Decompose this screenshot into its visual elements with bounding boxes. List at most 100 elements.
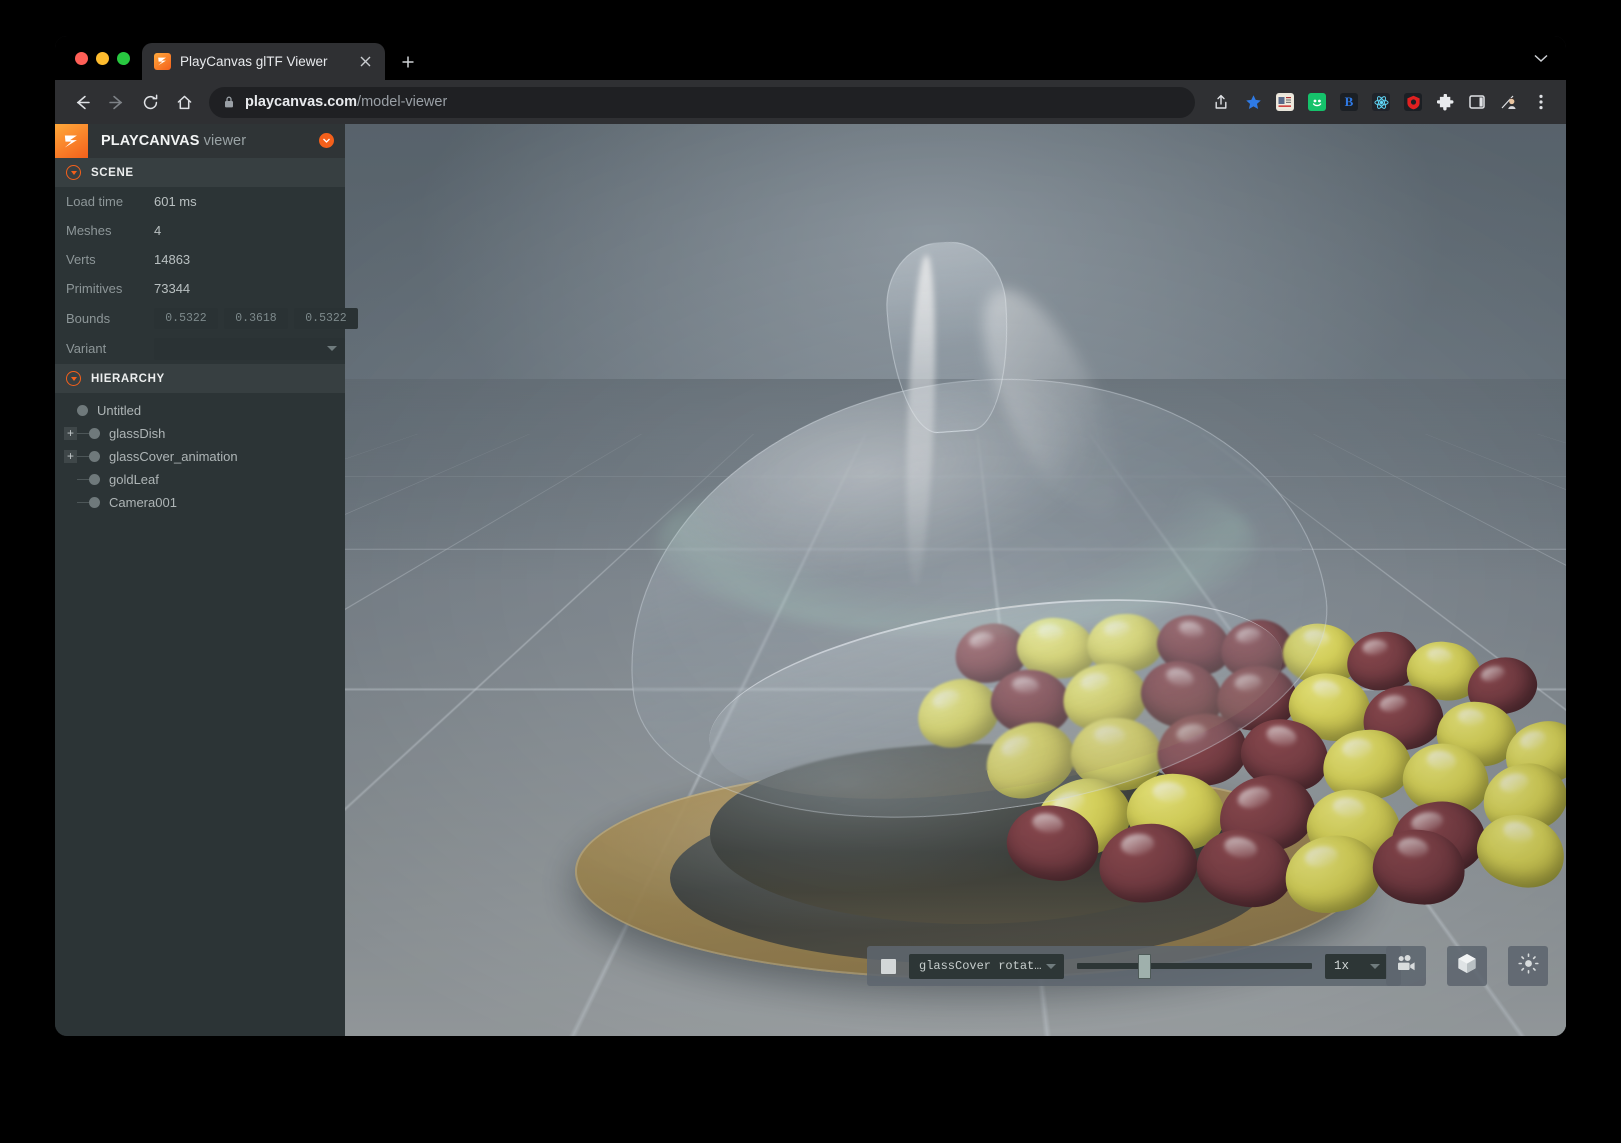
- brand-suffix: viewer: [200, 133, 247, 149]
- tab-close-icon[interactable]: [356, 53, 374, 71]
- variant-row: Variant: [55, 333, 345, 364]
- stat-row-primitives: Primitives 73344: [55, 274, 345, 303]
- collapse-chevron-icon: [66, 371, 81, 386]
- window-close-button[interactable]: [75, 52, 88, 65]
- hierarchy-panel-title: HIERARCHY: [91, 373, 165, 385]
- app-body: PLAYCANVAS viewer SCENE Load time 601 ms…: [55, 124, 1566, 1036]
- stat-label: Load time: [66, 194, 154, 209]
- news-extension-icon[interactable]: [1270, 87, 1300, 117]
- stat-row-verts: Verts 14863: [55, 245, 345, 274]
- browser-tab[interactable]: PlayCanvas glTF Viewer: [142, 43, 385, 80]
- back-button[interactable]: [67, 87, 98, 118]
- puzzle-extensions-icon[interactable]: [1430, 87, 1460, 117]
- collapse-chevron-icon: [66, 165, 81, 180]
- react-devtools-extension-icon[interactable]: [1366, 87, 1396, 117]
- window-maximize-button[interactable]: [117, 52, 130, 65]
- tree-node-glasscover-animation[interactable]: + glassCover_animation: [55, 445, 345, 468]
- timeline-slider[interactable]: [1077, 954, 1312, 979]
- tree-expand-icon[interactable]: +: [64, 450, 77, 463]
- playback-speed-value: 1x: [1334, 959, 1349, 973]
- tree-node-goldleaf[interactable]: goldLeaf: [55, 468, 345, 491]
- chevron-down-icon: [1046, 964, 1056, 969]
- animation-select[interactable]: glassCover rotat…: [909, 954, 1064, 979]
- chevron-down-icon: [327, 346, 337, 351]
- new-tab-button[interactable]: [393, 43, 423, 80]
- tree-connector: [77, 433, 89, 434]
- cube-icon: [1457, 953, 1477, 979]
- tree-connector: [77, 502, 89, 503]
- tree-expand-icon[interactable]: +: [64, 427, 77, 440]
- share-icon[interactable]: [1206, 87, 1236, 117]
- url-domain: playcanvas.com: [245, 94, 357, 110]
- stat-value: 73344: [154, 281, 190, 296]
- browser-window: PlayCanvas glTF Viewer playcanvas.com/mo…: [55, 36, 1566, 1036]
- forward-button[interactable]: [101, 87, 132, 118]
- stop-button[interactable]: [881, 959, 896, 974]
- 3d-viewport[interactable]: glassCover rotat… 1x: [345, 124, 1566, 1036]
- bounds-fields: 0.5322 0.3618 0.5322: [154, 308, 358, 329]
- stat-value: 601 ms: [154, 194, 197, 209]
- address-bar[interactable]: playcanvas.com/model-viewer: [209, 87, 1195, 118]
- tree-connector: [77, 456, 89, 457]
- sidebar-collapse-button[interactable]: [319, 133, 334, 148]
- tab-list-chevron-icon[interactable]: [1534, 50, 1548, 68]
- tree-node-dot-icon: [77, 405, 88, 416]
- animation-select-value: glassCover rotat…: [919, 959, 1041, 973]
- camera-icon: [1396, 955, 1416, 977]
- window-minimize-button[interactable]: [96, 52, 109, 65]
- stat-row-load-time: Load time 601 ms: [55, 187, 345, 216]
- glass-neck: [882, 238, 1015, 436]
- timeline-handle[interactable]: [1138, 954, 1151, 979]
- sidebar-panel: PLAYCANVAS viewer SCENE Load time 601 ms…: [55, 124, 345, 1036]
- tree-node-glassdish[interactable]: + glassDish: [55, 422, 345, 445]
- bounds-y-field[interactable]: 0.3618: [224, 308, 288, 329]
- bounds-x-field[interactable]: 0.5322: [154, 308, 218, 329]
- home-button[interactable]: [169, 87, 200, 118]
- lock-icon: [223, 95, 235, 109]
- tree-node-label: Camera001: [109, 495, 177, 510]
- playback-speed-select[interactable]: 1x: [1325, 954, 1387, 979]
- side-panel-icon[interactable]: [1462, 87, 1492, 117]
- stat-label: Meshes: [66, 223, 154, 238]
- tree-node-label: Untitled: [97, 403, 141, 418]
- bounds-label: Bounds: [66, 311, 154, 326]
- ublock-extension-icon[interactable]: [1398, 87, 1428, 117]
- stat-value: 14863: [154, 252, 190, 267]
- camera-button[interactable]: [1386, 946, 1426, 986]
- lighting-button[interactable]: [1508, 946, 1548, 986]
- tree-node-untitled[interactable]: Untitled: [55, 399, 345, 422]
- stat-label: Verts: [66, 252, 154, 267]
- sidebar-header: PLAYCANVAS viewer: [55, 124, 345, 158]
- reload-button[interactable]: [135, 87, 166, 118]
- tab-strip: PlayCanvas glTF Viewer: [55, 36, 1566, 80]
- sun-icon: [1518, 953, 1539, 979]
- profile-avatar-icon[interactable]: [1494, 87, 1524, 117]
- 3d-model: [345, 124, 1566, 1036]
- tree-node-label: goldLeaf: [109, 472, 159, 487]
- bitwarden-extension-icon[interactable]: B: [1334, 87, 1364, 117]
- stat-label: Primitives: [66, 281, 154, 296]
- url-path: /model-viewer: [357, 94, 447, 110]
- window-traffic-lights: [69, 36, 142, 80]
- scene-panel-header[interactable]: SCENE: [55, 158, 345, 187]
- tree-node-label: glassCover_animation: [109, 449, 238, 464]
- variant-select[interactable]: [154, 338, 345, 360]
- tree-node-dot-icon: [89, 497, 100, 508]
- bounds-row: Bounds 0.5322 0.3618 0.5322: [55, 303, 345, 333]
- bounds-z-field[interactable]: 0.5322: [294, 308, 358, 329]
- timeline-track: [1077, 963, 1312, 969]
- more-menu-icon[interactable]: [1526, 87, 1556, 117]
- scene-panel-title: SCENE: [91, 167, 134, 179]
- bookmark-star-icon[interactable]: [1238, 87, 1268, 117]
- wireframe-button[interactable]: [1447, 946, 1487, 986]
- tab-title: PlayCanvas glTF Viewer: [180, 54, 347, 69]
- hierarchy-tree: Untitled + glassDish + glassCover_animat…: [55, 393, 345, 1036]
- tree-node-dot-icon: [89, 451, 100, 462]
- playcanvas-logo-icon: [154, 53, 171, 70]
- stat-row-meshes: Meshes 4: [55, 216, 345, 245]
- grammarly-extension-icon[interactable]: [1302, 87, 1332, 117]
- brand-name: PLAYCANVAS: [101, 133, 200, 149]
- browser-toolbar: playcanvas.com/model-viewer B: [55, 80, 1566, 124]
- tree-node-camera001[interactable]: Camera001: [55, 491, 345, 514]
- hierarchy-panel-header[interactable]: HIERARCHY: [55, 364, 345, 393]
